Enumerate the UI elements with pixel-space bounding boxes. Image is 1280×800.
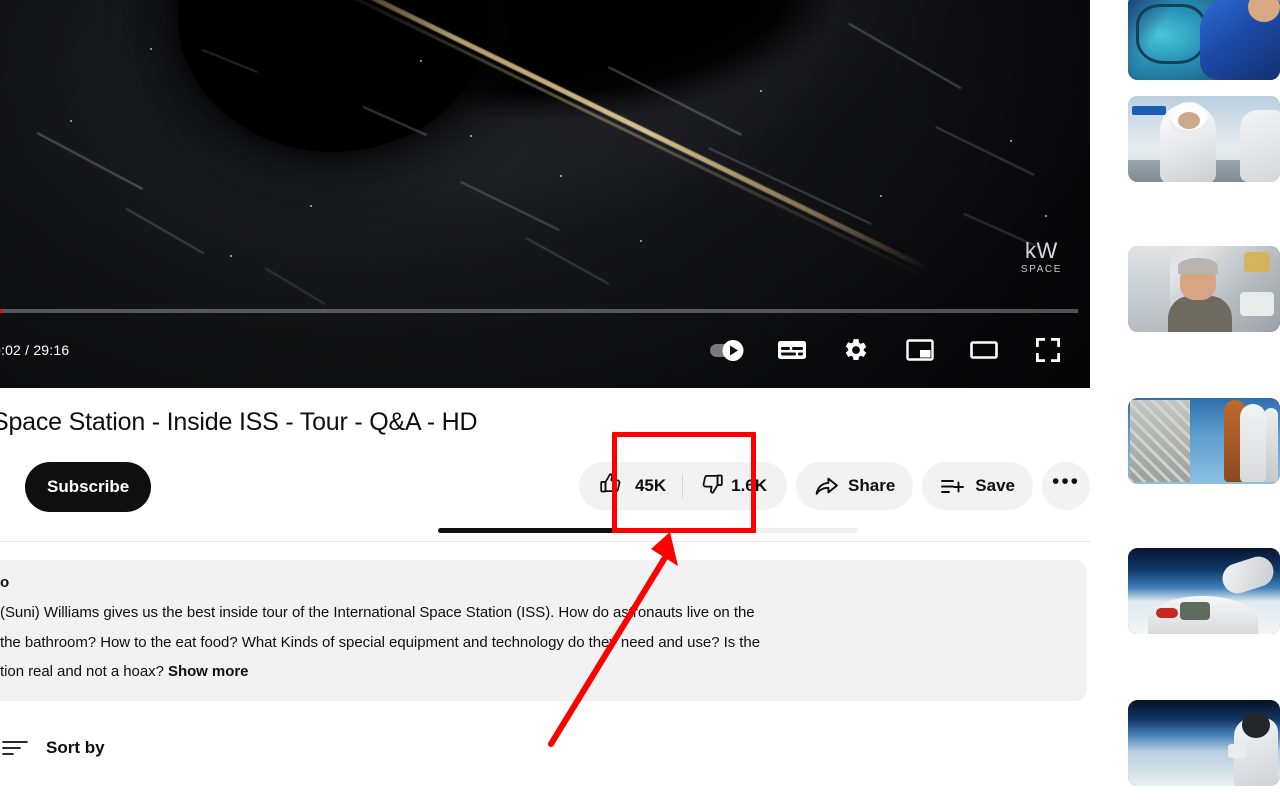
settings-button[interactable] — [836, 330, 876, 370]
video-light-streak — [460, 180, 560, 231]
thumb-label-shape — [1132, 106, 1166, 115]
video-star-dot — [310, 205, 312, 207]
sidebar-thumbnail-4[interactable] — [1128, 398, 1280, 484]
video-star-dot — [70, 120, 72, 122]
video-light-streak — [848, 22, 962, 89]
video-star-dot — [880, 195, 882, 197]
sidebar-thumbnail-5[interactable] — [1128, 548, 1280, 634]
miniplayer-button[interactable] — [900, 330, 940, 370]
thumb-figure-shape — [1200, 0, 1280, 80]
comments-sort-row[interactable]: Sort by — [0, 735, 1090, 761]
actions-scrollbar-thumb[interactable] — [438, 528, 690, 533]
subscribe-button[interactable]: Subscribe — [25, 462, 152, 512]
video-light-streak — [264, 267, 326, 305]
video-description[interactable]: o (Suni) Williams gives us the best insi… — [0, 560, 1087, 701]
sidebar-thumbnail-2[interactable] — [1128, 96, 1280, 182]
video-star-dot — [760, 90, 762, 92]
video-light-streak — [935, 125, 1035, 176]
related-videos-sidebar — [1128, 0, 1280, 800]
video-star-dot — [1010, 140, 1012, 142]
thumb-shuttle-shape — [1240, 404, 1266, 482]
video-star-dot — [470, 135, 472, 137]
video-star-dot — [230, 255, 232, 257]
thumb-body-shape — [1168, 296, 1232, 332]
more-actions-button[interactable]: ••• — [1042, 462, 1090, 510]
fullscreen-button[interactable] — [1028, 330, 1068, 370]
thumbnail-image — [1128, 548, 1280, 634]
description-text: (Suni) Williams gives us the best inside… — [0, 604, 761, 680]
thumb-face-shape — [1248, 0, 1280, 22]
thumb-up-icon — [599, 471, 624, 501]
thumbnail-image — [1128, 398, 1280, 484]
player-controls: 0:02 / 29:16 — [0, 326, 1090, 374]
video-light-streak — [36, 131, 144, 190]
like-count: 45K — [634, 476, 667, 495]
like-button[interactable]: 45K — [579, 462, 682, 510]
sidebar-thumbnail-6[interactable] — [1128, 700, 1280, 786]
dislike-count: 1.6K — [731, 476, 768, 495]
video-star-dot — [150, 48, 152, 50]
thumb-astronaut-helmet-shape — [1242, 712, 1270, 738]
thumb-down-icon — [699, 471, 724, 501]
thumbnail-image — [1128, 700, 1280, 786]
thumb-red-shape — [1156, 608, 1178, 618]
thumb-arm-shape — [1218, 552, 1278, 598]
thumb-equipment-shape — [1244, 252, 1270, 272]
comments-section: Sort by — [0, 735, 1090, 761]
thumb-equipment-shape — [1240, 292, 1274, 316]
thumb-hair-shape — [1178, 258, 1218, 274]
time-display: 0:02 / 29:16 — [0, 342, 70, 358]
player-controls-right — [708, 330, 1090, 370]
sidebar-thumbnail-1[interactable] — [1128, 0, 1280, 80]
thumb-panel-shape — [1128, 246, 1170, 332]
show-more-button[interactable]: Show more — [168, 663, 248, 680]
video-light-streak — [963, 212, 1042, 249]
thumb-tower-shape — [1130, 400, 1190, 482]
save-icon — [940, 474, 966, 499]
video-light-streak — [708, 147, 872, 225]
video-star-dot — [560, 175, 562, 177]
sort-icon — [2, 735, 28, 761]
content-divider — [0, 541, 1090, 542]
video-light-streak — [525, 237, 610, 285]
video-eclipse-object — [178, 0, 488, 152]
like-dislike-group: 45K 1.6K — [578, 462, 788, 510]
save-label: Save — [975, 476, 1015, 495]
share-button[interactable]: Share — [796, 462, 914, 510]
thumbnail-image — [1128, 246, 1280, 332]
thumb-gear-shape — [1180, 602, 1210, 620]
sidebar-thumbnail-3[interactable] — [1128, 246, 1280, 332]
video-light-streak — [125, 207, 205, 254]
share-icon — [814, 474, 839, 499]
actions-right-group: 45K 1.6K Share Save ••• — [578, 462, 1090, 510]
page-title: Space Station - Inside ISS - Tour - Q&A … — [0, 408, 478, 436]
description-body: (Suni) Williams gives us the best inside… — [0, 598, 1073, 687]
video-actions-row: Subscribe 45K 1.6K Share Save ••• — [0, 462, 1090, 514]
save-button[interactable]: Save — [922, 462, 1033, 510]
share-label: Share — [848, 476, 896, 495]
video-progress-played — [0, 309, 3, 313]
thumb-visor-shape — [1178, 112, 1200, 129]
thumb-camera-shape — [1228, 744, 1246, 758]
thumbnail-image — [1128, 96, 1280, 182]
autoplay-toggle[interactable] — [708, 330, 748, 370]
video-star-dot — [420, 60, 422, 62]
thumb-second-suit-shape — [1240, 110, 1280, 182]
thumb-window-shape — [1136, 4, 1206, 64]
youtube-watch-page: kW SPACE 0:02 / 29:16 Space Station - In… — [0, 0, 1280, 800]
video-star-dot — [1045, 215, 1047, 217]
sort-by-label: Sort by — [46, 738, 105, 757]
thumbnail-image — [1128, 0, 1280, 80]
theater-button[interactable] — [964, 330, 1004, 370]
video-player[interactable]: kW SPACE 0:02 / 29:16 — [0, 0, 1090, 388]
description-meta: o — [0, 574, 10, 591]
video-star-dot — [640, 240, 642, 242]
subtitles-button[interactable] — [772, 330, 812, 370]
thumb-booster-shape — [1264, 408, 1278, 482]
dislike-button[interactable]: 1.6K — [683, 462, 787, 510]
video-progress-bar[interactable] — [0, 309, 1078, 313]
